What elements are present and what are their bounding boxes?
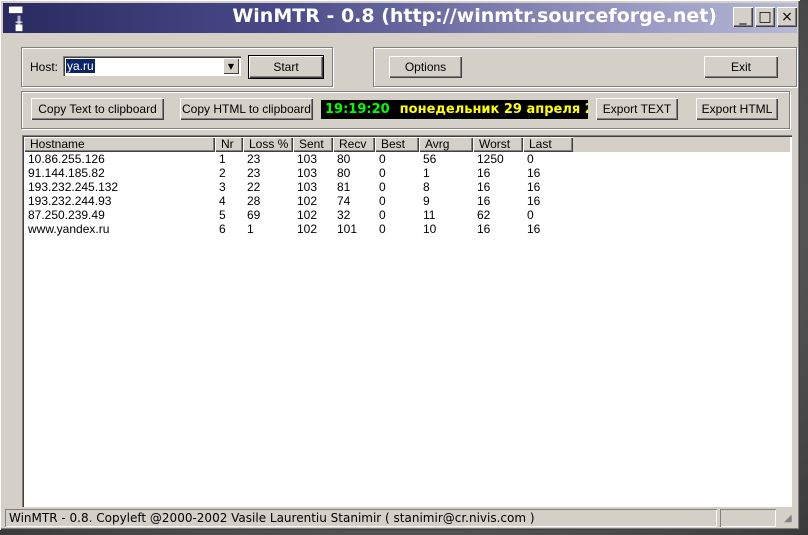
status-bar: WinMTR - 0.8. Copyleft @2000-2002 Vasile…	[5, 509, 798, 527]
cell-recv: 80	[337, 152, 351, 166]
table-row[interactable]: 87.250.239.49 5 69 102 32 0 11 62 0	[24, 208, 790, 222]
cell-sent: 103	[297, 152, 318, 166]
cell-loss: 22	[247, 180, 261, 194]
maximize-icon: □	[758, 9, 772, 25]
cell-last: 16	[527, 222, 541, 236]
cell-nr: 3	[219, 180, 226, 194]
cell-avrg: 10	[423, 222, 437, 236]
winmtr-window: ▀▀ ╫ ▀ WinMTR - 0.8 (http://winmtr.sourc…	[0, 0, 800, 530]
clock-date: понедельник 29 апреля 2013	[399, 102, 588, 117]
minimize-icon: _	[739, 9, 747, 25]
cell-recv: 74	[337, 194, 351, 208]
cell-last: 16	[527, 166, 541, 180]
cell-avrg: 9	[423, 194, 430, 208]
cell-sent: 103	[297, 180, 318, 194]
title-bar[interactable]: ▀▀ ╫ ▀ WinMTR - 0.8 (http://winmtr.sourc…	[3, 3, 797, 37]
cell-recv: 80	[337, 166, 351, 180]
options-button[interactable]: Options	[389, 56, 462, 78]
cell-best: 0	[379, 208, 386, 222]
cell-nr: 1	[219, 152, 226, 166]
cell-recv: 101	[337, 222, 358, 236]
cell-nr: 5	[219, 208, 226, 222]
column-header-worst[interactable]: Worst	[473, 137, 523, 152]
cell-best: 0	[379, 180, 386, 194]
exit-button[interactable]: Exit	[704, 56, 778, 78]
cell-hostname: 87.250.239.49	[28, 208, 105, 222]
cell-hostname: 91.144.185.82	[28, 166, 105, 180]
copy-html-button[interactable]: Copy HTML to clipboard	[180, 98, 313, 120]
export-text-button[interactable]: Export TEXT	[596, 98, 678, 120]
window-title: WinMTR - 0.8 (http://winmtr.sourceforge.…	[232, 5, 717, 27]
winmtr-app-icon[interactable]: ▀▀ ╫ ▀	[9, 8, 27, 37]
cell-sent: 102	[297, 222, 318, 236]
dropdown-arrow-icon[interactable]: ▼	[223, 58, 239, 74]
status-text: WinMTR - 0.8. Copyleft @2000-2002 Vasile…	[5, 509, 717, 527]
cell-last: 16	[527, 180, 541, 194]
cell-avrg: 1	[423, 166, 430, 180]
cell-avrg: 56	[423, 152, 437, 166]
cell-last: 16	[527, 194, 541, 208]
cell-worst: 16	[477, 194, 491, 208]
cell-best: 0	[379, 222, 386, 236]
host-input-value[interactable]: ya.ru	[66, 59, 95, 73]
maximize-button[interactable]: □	[755, 7, 775, 27]
cell-worst: 1250	[477, 152, 504, 166]
start-button[interactable]: Start	[248, 55, 324, 79]
close-icon: ×	[781, 9, 793, 25]
host-combobox[interactable]: ya.ru ▼	[63, 56, 241, 76]
cell-loss: 69	[247, 208, 261, 222]
close-button[interactable]: ×	[777, 7, 797, 27]
column-header-hostname[interactable]: Hostname	[24, 137, 215, 152]
cell-loss: 1	[247, 222, 254, 236]
cell-hostname: 193.232.245.132	[28, 180, 119, 194]
clock-time: 19:19:20	[325, 102, 390, 117]
cell-worst: 16	[477, 222, 491, 236]
host-label: Host:	[30, 60, 59, 74]
cell-sent: 102	[297, 208, 318, 222]
cell-worst: 62	[477, 208, 491, 222]
cell-worst: 16	[477, 180, 491, 194]
cell-sent: 102	[297, 194, 318, 208]
cell-recv: 32	[337, 208, 351, 222]
cell-worst: 16	[477, 166, 491, 180]
cell-recv: 81	[337, 180, 351, 194]
cell-hostname: www.yandex.ru	[28, 222, 110, 236]
cell-nr: 6	[219, 222, 226, 236]
column-header-last[interactable]: Last	[523, 137, 573, 152]
table-row[interactable]: 91.144.185.82 2 23 103 80 0 1 16 16	[24, 166, 790, 180]
table-row[interactable]: www.yandex.ru 6 1 102 101 0 10 16 16	[24, 222, 790, 236]
column-header-sent[interactable]: Sent	[293, 137, 333, 152]
copy-text-button[interactable]: Copy Text to clipboard	[31, 98, 164, 120]
cell-nr: 2	[219, 166, 226, 180]
results-list[interactable]: Hostname Nr Loss % Sent Recv Best Avrg Worst Las…	[22, 135, 792, 507]
table-row[interactable]: 10.86.255.126 1 23 103 80 0 56 1250 0	[24, 152, 790, 166]
column-header-best[interactable]: Best	[375, 137, 419, 152]
column-header-nr[interactable]: Nr	[215, 137, 243, 152]
cell-last: 0	[527, 208, 534, 222]
cell-hostname: 193.232.244.93	[28, 194, 112, 208]
cell-loss: 28	[247, 194, 261, 208]
cell-sent: 103	[297, 166, 318, 180]
table-row[interactable]: 193.232.244.93 4 28 102 74 0 9 16 16	[24, 194, 790, 208]
resize-grip-icon[interactable]: ◢	[784, 513, 796, 525]
column-header-avrg[interactable]: Avrg	[419, 137, 473, 152]
cell-loss: 23	[247, 166, 261, 180]
cell-avrg: 8	[423, 180, 430, 194]
cell-best: 0	[379, 166, 386, 180]
column-header-loss[interactable]: Loss %	[243, 137, 293, 152]
export-html-button[interactable]: Export HTML	[696, 98, 778, 120]
column-header-recv[interactable]: Recv	[333, 137, 375, 152]
list-header: Hostname Nr Loss % Sent Recv Best Avrg Worst Las…	[24, 137, 790, 152]
date-time-display: 19:19:20 понедельник 29 апреля 2013	[321, 100, 588, 119]
status-pane-empty	[720, 509, 776, 527]
cell-loss: 23	[247, 152, 261, 166]
cell-avrg: 11	[423, 208, 436, 222]
table-row[interactable]: 193.232.245.132 3 22 103 81 0 8 16 16	[24, 180, 790, 194]
minimize-button[interactable]: _	[733, 7, 753, 27]
cell-best: 0	[379, 194, 386, 208]
cell-best: 0	[379, 152, 386, 166]
cell-last: 0	[527, 152, 534, 166]
cell-hostname: 10.86.255.126	[28, 152, 105, 166]
cell-nr: 4	[219, 194, 226, 208]
